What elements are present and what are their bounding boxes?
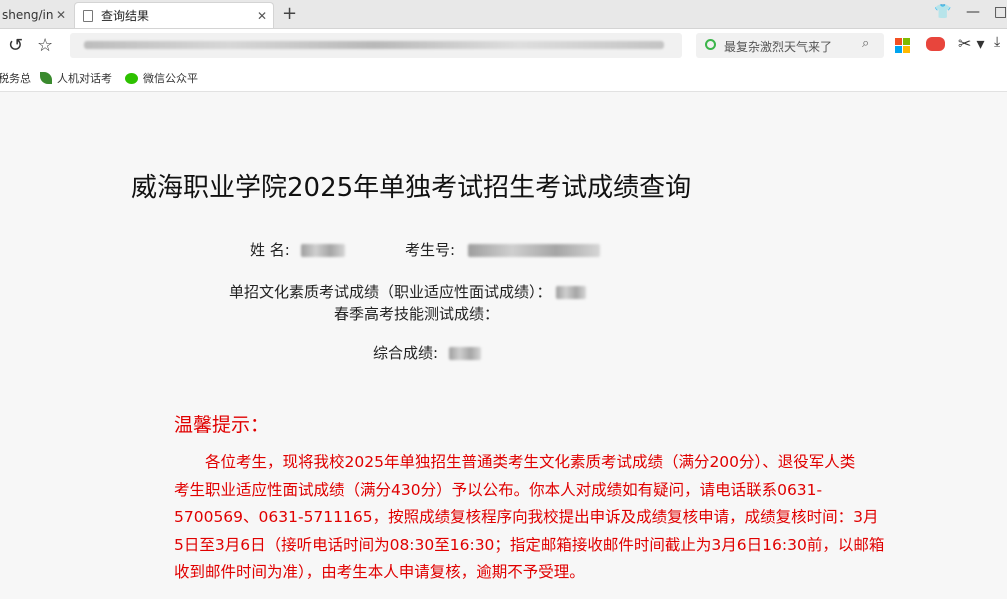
game-icon[interactable] (926, 37, 945, 51)
tab-previous[interactable]: sheng/inc ✕ (0, 2, 72, 28)
shirt-icon[interactable]: 👕 (934, 4, 951, 20)
culture-score-label: 单招文化素质考试成绩（职业适应性面试成绩）： (229, 283, 552, 301)
apps-icon[interactable] (895, 38, 910, 53)
notice-line: 5700569、0631-5711165，按照成绩复核程序向我校提出申诉及成绩复… (174, 508, 879, 526)
redacted-total-score (448, 347, 481, 360)
search-box[interactable]: 最复杂激烈天气来了 ⌕ (696, 33, 884, 58)
bookmark-label: 税务总 (0, 72, 31, 85)
tab-label: 查询结果 (101, 9, 150, 23)
bookmark-label: 人机对话考 (57, 72, 112, 85)
maximize-icon[interactable]: □ (994, 4, 1007, 20)
bookmark-label: 微信公众平 (143, 72, 198, 85)
total-score-label: 综合成绩: (373, 344, 439, 362)
notice-line: 考生职业适应性面试成绩（满分430分）予以公布。你本人对成绩如有疑问，请电话联系… (174, 480, 823, 499)
minimize-icon[interactable]: — (966, 4, 980, 20)
page-content: 威海职业学院2025年单独考试招生考试成绩查询 姓 名: 考生号: 单招文化素质… (0, 92, 1007, 599)
tab-strip: sheng/inc ✕ 查询结果 ✕ + 👕 — □ (0, 0, 1007, 29)
name-label: 姓 名: (250, 241, 290, 259)
notice-line: 收到邮件时间为准），由考生本人申请复核，逾期不予受理。 (174, 563, 585, 581)
tab-results[interactable]: 查询结果 ✕ (74, 2, 274, 28)
download-icon[interactable]: ⤓ (994, 34, 1000, 50)
redacted-name (300, 244, 345, 257)
culture-score-row: 单招文化素质考试成绩（职业适应性面试成绩）： (229, 281, 587, 302)
address-bar[interactable] (70, 33, 682, 58)
exam-number-row: 考生号: (405, 239, 600, 260)
total-score-row: 综合成绩: (373, 342, 481, 363)
reload-icon[interactable]: ↺ (8, 35, 23, 56)
blurred-url (84, 41, 664, 49)
toolbar: ↺ ☆ 最复杂激烈天气来了 ⌕ ✂ ▾ ⤓ (0, 29, 1007, 63)
close-icon[interactable]: ✕ (255, 9, 269, 23)
redacted-culture-score (556, 286, 587, 299)
star-icon[interactable]: ☆ (37, 35, 53, 56)
name-row: 姓 名: (250, 239, 345, 260)
notice-line: 5日至3月6日（接听电话时间为08:30至16:30；指定邮箱接收邮件时间截止为… (174, 535, 885, 554)
notice-title: 温馨提示： (174, 414, 270, 436)
skill-score-label: 春季高考技能测试成绩： (334, 305, 500, 323)
notice-body: 各位考生，现将我校2025年单独招生普通类考生文化素质考试成绩（满分200分）、… (174, 449, 914, 587)
skill-score-row: 春季高考技能测试成绩： (334, 303, 499, 324)
search-placeholder: 最复杂激烈天气来了 (724, 40, 833, 54)
search-logo-icon (705, 39, 716, 50)
bookmark-item[interactable]: 税务总 (0, 70, 31, 86)
scissors-icon[interactable]: ✂ ▾ (958, 34, 985, 53)
redacted-exam-number (467, 244, 600, 257)
bookmarks-bar: 税务总 人机对话考 微信公众平 (0, 63, 1007, 92)
tab-label: sheng/inc (2, 8, 54, 22)
exam-number-label: 考生号: (405, 241, 456, 259)
bookmark-item[interactable]: 微信公众平 (125, 70, 198, 86)
notice-line: 各位考生，现将我校2025年单独招生普通类考生文化素质考试成绩（满分200分）、… (174, 453, 856, 471)
bookmark-item[interactable]: 人机对话考 (40, 70, 112, 86)
leaf-icon (40, 72, 52, 84)
wechat-icon (125, 72, 138, 84)
search-icon[interactable]: ⌕ (862, 36, 869, 51)
new-tab-icon[interactable]: + (282, 3, 297, 24)
document-icon (83, 9, 93, 22)
page-title: 威海职业学院2025年单独考试招生考试成绩查询 (131, 173, 692, 203)
close-icon[interactable]: ✕ (54, 8, 68, 22)
